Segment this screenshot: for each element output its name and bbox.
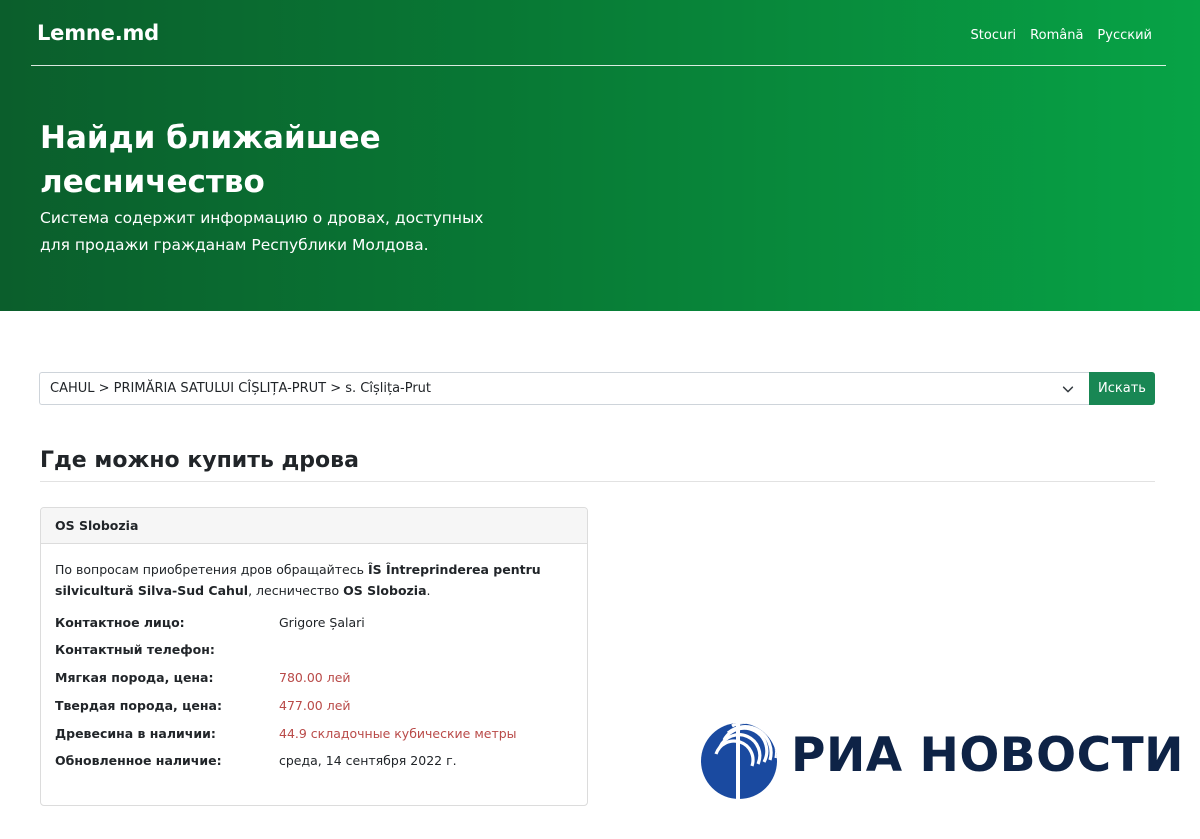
ria-globe-logo-icon xyxy=(701,720,777,802)
nav-link-romana[interactable]: Română xyxy=(1030,28,1083,43)
forestry-name: OS Slobozia xyxy=(343,583,427,598)
info-value: 780.00 лей xyxy=(279,670,351,685)
intro-suffix: . xyxy=(426,583,431,598)
brand-logo[interactable]: Lemne.md xyxy=(37,21,159,45)
search-form: CAHUL > PRIMĂRIA SATULUI CÎȘLIȚA-PRUT > … xyxy=(39,372,1155,405)
forestry-card: OS Slobozia По вопросам приобретения дро… xyxy=(40,507,588,806)
ria-novosti-watermark: РИА НОВОСТИ xyxy=(698,720,1183,802)
nav-links: Stocuri Română Русский xyxy=(971,28,1152,43)
navbar: Lemne.md Stocuri Română Русский xyxy=(31,0,1166,66)
search-button[interactable]: Искать xyxy=(1089,372,1155,405)
intro-prefix: По вопросам приобретения дров обращайтес… xyxy=(55,562,364,577)
watermark-text: РИА НОВОСТИ xyxy=(791,728,1184,783)
info-value: среда, 14 сентября 2022 г. xyxy=(279,753,457,768)
hero-title: Найди ближайшее лесничество xyxy=(40,120,381,200)
nav-link-russian[interactable]: Русский xyxy=(1097,28,1152,43)
nav-link-stocuri[interactable]: Stocuri xyxy=(971,28,1017,43)
location-select-value: CAHUL > PRIMĂRIA SATULUI CÎȘLIȚA-PRUT > … xyxy=(50,381,432,396)
card-intro: По вопросам приобретения дров обращайтес… xyxy=(55,559,555,601)
info-value: Grigore Șalari xyxy=(279,615,365,630)
section-divider xyxy=(40,481,1155,482)
intro-middle: , лесничество xyxy=(248,583,340,598)
info-value: 477.00 лей xyxy=(279,698,351,713)
info-label: Мягкая порода, цена: xyxy=(55,670,214,685)
hero-subtitle: Система содержит информацию о дровах, до… xyxy=(40,209,484,254)
info-label: Твердая порода, цена: xyxy=(55,698,222,713)
info-label: Древесина в наличии: xyxy=(55,726,216,741)
info-label: Контактное лицо: xyxy=(55,615,185,630)
section-title: Где можно купить дрова xyxy=(40,448,359,473)
hero-banner: Lemne.md Stocuri Română Русский Найди бл… xyxy=(0,0,1200,311)
info-label: Обновленное наличие: xyxy=(55,753,222,768)
chevron-down-icon xyxy=(1062,386,1074,393)
card-header: OS Slobozia xyxy=(41,508,587,544)
location-select[interactable]: CAHUL > PRIMĂRIA SATULUI CÎȘLIȚA-PRUT > … xyxy=(39,372,1089,405)
info-label: Контактный телефон: xyxy=(55,642,215,657)
info-value: 44.9 складочные кубические метры xyxy=(279,726,517,741)
